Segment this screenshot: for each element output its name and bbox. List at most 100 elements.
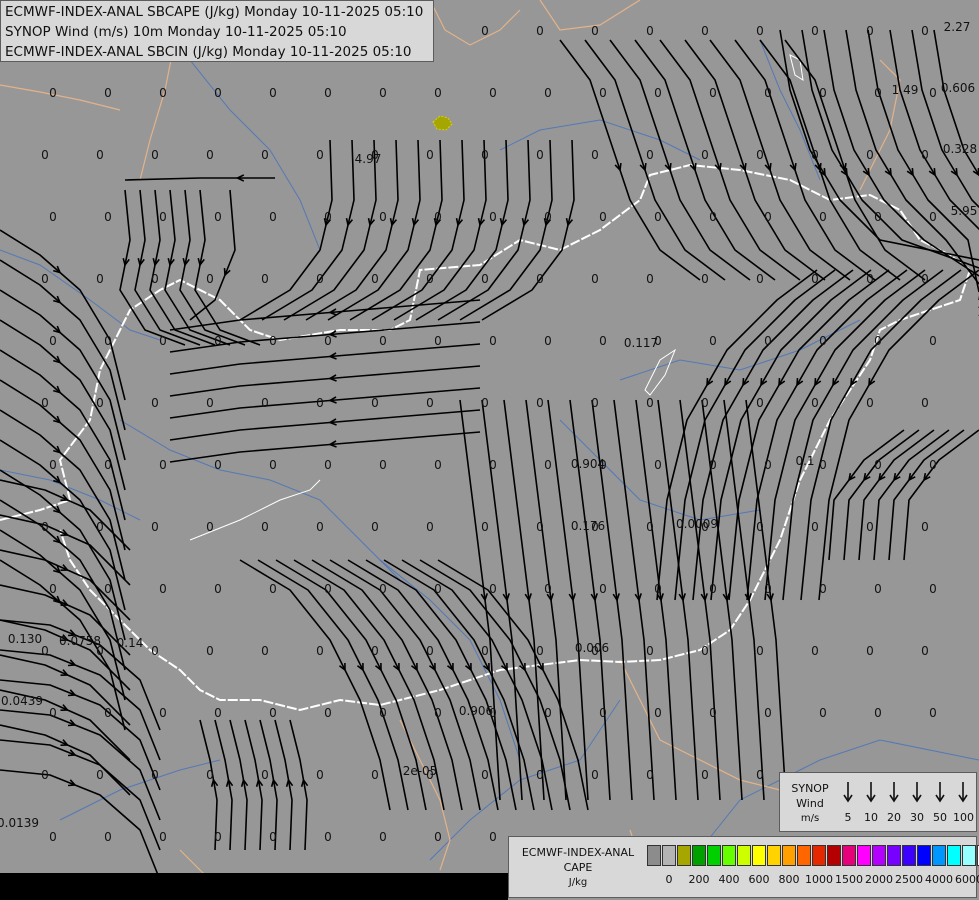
- value-label: 0.176: [571, 519, 605, 533]
- cape-tick-label: 1000: [805, 873, 833, 886]
- value-label: 0: [434, 210, 442, 224]
- value-label: 0: [379, 86, 387, 100]
- value-label: 0: [701, 768, 709, 782]
- wind-legend: SYNOP Wind m/s 5 10 20 30 50 100: [779, 772, 977, 832]
- value-label: 0: [544, 334, 552, 348]
- value-label: 0.1: [795, 454, 814, 468]
- value-label: 0: [709, 210, 717, 224]
- cape-color-swatch: [692, 845, 706, 866]
- value-label: 0: [261, 272, 269, 286]
- cape-legend-title: ECMWF-INDEX-ANAL CAPE J/kg: [521, 846, 635, 888]
- value-label: 0.0009: [676, 517, 718, 531]
- streamline: [189, 189, 236, 321]
- value-label: 0: [151, 768, 159, 782]
- value-label: 0: [434, 458, 442, 472]
- cape-color-swatch: [887, 845, 901, 866]
- value-label: 0: [269, 334, 277, 348]
- streamline: [437, 139, 531, 321]
- value-label: 0: [214, 334, 222, 348]
- cape-color-swatch: [842, 845, 856, 866]
- value-label: 0: [929, 86, 937, 100]
- value-label: 0: [41, 644, 49, 658]
- value-label: 0: [214, 210, 222, 224]
- cape-tick-label: 1500: [835, 873, 863, 886]
- value-label: 0: [544, 86, 552, 100]
- value-label: 0: [96, 396, 104, 410]
- down-arrow-icon: [958, 782, 968, 803]
- value-label: 0: [96, 520, 104, 534]
- wind-legend-item: 30: [907, 781, 927, 824]
- value-label: 0: [874, 706, 882, 720]
- value-label: 0: [536, 272, 544, 286]
- down-arrow-icon: [889, 782, 899, 803]
- value-label: 0: [49, 458, 57, 472]
- streamline: [134, 189, 201, 346]
- value-label: 0: [764, 706, 772, 720]
- value-label: 0: [261, 148, 269, 162]
- value-label: 0: [756, 768, 764, 782]
- value-label: 0.606: [941, 81, 975, 95]
- value-label: 0: [316, 644, 324, 658]
- value-label: 0: [434, 86, 442, 100]
- value-label: 0: [874, 210, 882, 224]
- map-layer: 0 0 0 0 0 0 0 0 0 0 0 0 0 0 0 0 0 0 0 0 0 0 0 0 0 0 0 0 0 0 0 0 0 0 0 0 0 0 0 0…: [0, 0, 979, 881]
- value-label: 0: [41, 768, 49, 782]
- value-label: 0: [654, 210, 662, 224]
- value-label: 0: [324, 582, 332, 596]
- streamline: [327, 139, 421, 321]
- value-label: 0: [316, 148, 324, 162]
- value-label: 0: [536, 644, 544, 658]
- value-label: 0: [764, 86, 772, 100]
- value-label: 5.95: [951, 204, 978, 218]
- region-border: [539, 0, 641, 31]
- value-label: 0: [426, 520, 434, 534]
- cape-color-swatch: [737, 845, 751, 866]
- value-label: 0: [701, 644, 709, 658]
- value-label: 0: [49, 86, 57, 100]
- value-label: 0: [654, 582, 662, 596]
- value-label: 0.117: [624, 336, 658, 350]
- value-label: 0: [929, 334, 937, 348]
- cape-tick-label: 4000: [925, 873, 953, 886]
- value-label: 0: [434, 334, 442, 348]
- value-label: 0.130: [8, 632, 42, 646]
- value-label: 0: [379, 706, 387, 720]
- value-label: 4.97: [355, 152, 382, 166]
- value-label: 0.0758: [59, 634, 101, 648]
- value-label: 0: [41, 272, 49, 286]
- cape-color-swatch: [752, 845, 766, 866]
- value-label: 0: [701, 148, 709, 162]
- value-label: 0: [214, 830, 222, 844]
- value-label: 0: [646, 148, 654, 162]
- value-label: 0: [489, 582, 497, 596]
- value-label: 0: [654, 86, 662, 100]
- cape-tick-label: 2000: [865, 873, 893, 886]
- borders-layer: [0, 0, 972, 881]
- value-label: 0: [269, 458, 277, 472]
- cape-color-swatch: [827, 845, 841, 866]
- value-label: 0: [261, 520, 269, 534]
- value-label: 0: [371, 272, 379, 286]
- value-label: 0: [206, 644, 214, 658]
- streamline: [609, 39, 751, 281]
- value-label: 0: [756, 148, 764, 162]
- cape-tick-label: 0: [665, 873, 673, 886]
- value-label: 0: [206, 148, 214, 162]
- value-label: 0: [379, 830, 387, 844]
- value-label: 0: [269, 706, 277, 720]
- value-label: 0: [599, 334, 607, 348]
- value-label: 0: [481, 396, 489, 410]
- map-info-panel: ECMWF-INDEX-ANAL SBCAPE (J/kg) Monday 10…: [0, 0, 434, 62]
- value-label: 0: [434, 706, 442, 720]
- cape-color-swatch: [917, 845, 931, 866]
- value-label: 0: [536, 396, 544, 410]
- value-label: 0: [261, 768, 269, 782]
- value-label: 0: [379, 582, 387, 596]
- cape-color-swatch: [677, 845, 691, 866]
- value-label: 0: [104, 706, 112, 720]
- value-label: 0: [159, 86, 167, 100]
- wind-legend-item: 50: [930, 781, 950, 824]
- value-label: 0: [324, 706, 332, 720]
- value-label: 0: [316, 272, 324, 286]
- cape-tick-label: 200: [688, 873, 710, 886]
